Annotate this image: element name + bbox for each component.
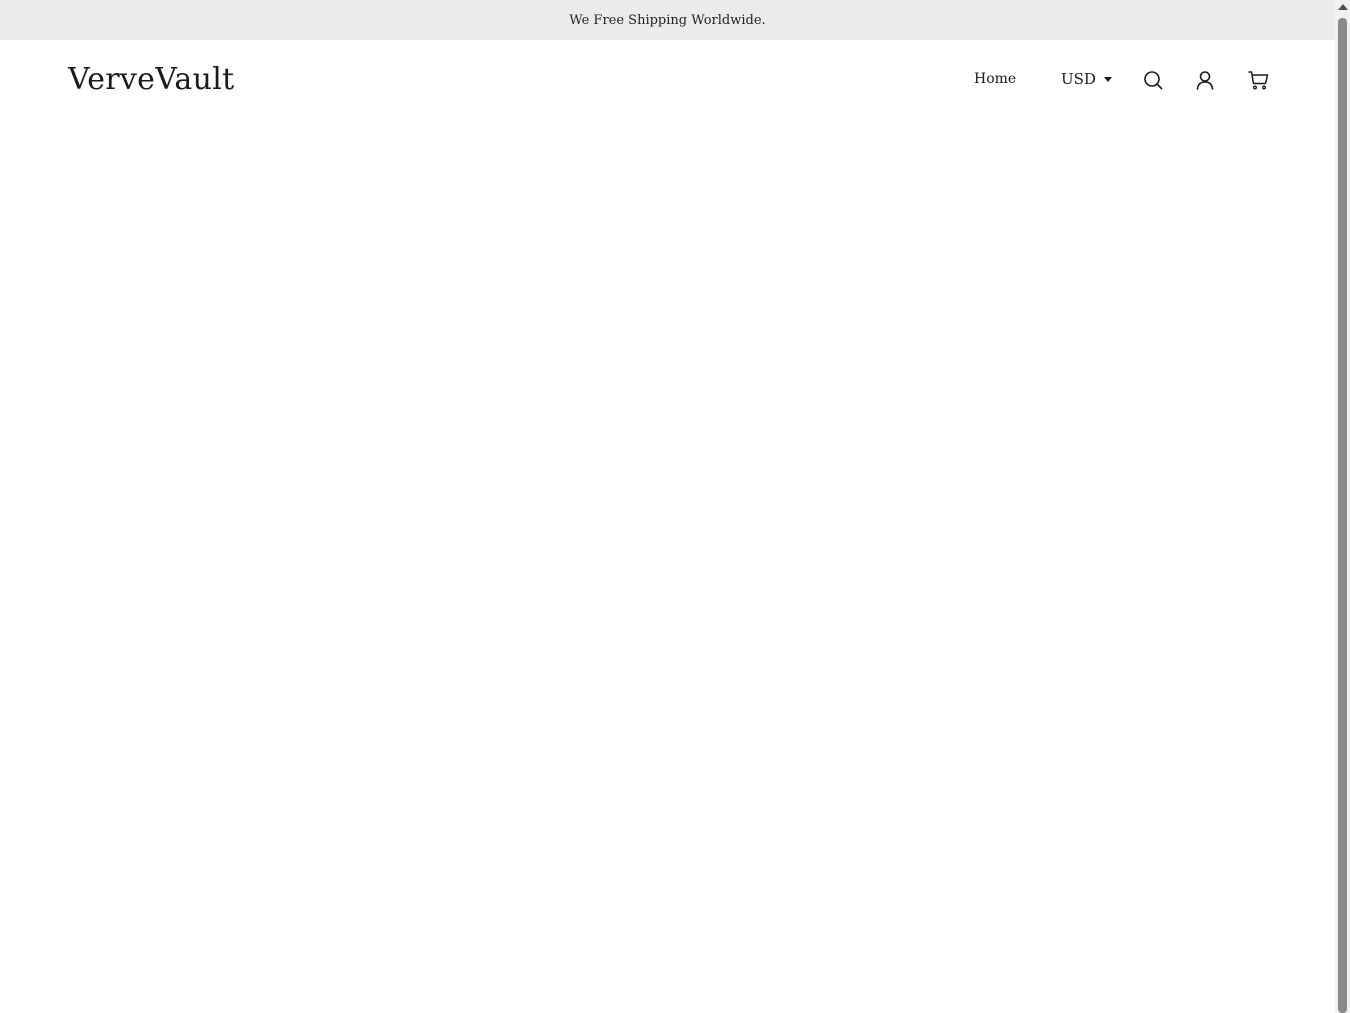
search-icon: [1144, 71, 1163, 90]
caret-down-icon: [1103, 76, 1112, 82]
site-header: VerveVault Home USD: [0, 40, 1335, 120]
scrollbar-thumb[interactable]: [1338, 18, 1347, 1013]
user-icon: [1196, 71, 1214, 90]
announcement-bar: We Free Shipping Worldwide.: [0, 0, 1335, 40]
nav-link-home[interactable]: Home: [974, 69, 1016, 89]
scroll-up-arrow-icon[interactable]: [1338, 4, 1348, 10]
page: We Free Shipping Worldwide. VerveVault H…: [0, 0, 1335, 1013]
cart-button[interactable]: [1247, 68, 1271, 92]
vertical-scrollbar[interactable]: [1335, 0, 1350, 1013]
currency-value: USD: [1061, 70, 1096, 88]
account-button[interactable]: [1193, 68, 1217, 92]
site-logo[interactable]: VerveVault: [68, 60, 234, 100]
cart-icon: [1248, 71, 1269, 90]
currency-selector[interactable]: USD: [1061, 68, 1112, 90]
search-button[interactable]: [1141, 68, 1165, 92]
announcement-text: We Free Shipping Worldwide.: [569, 12, 766, 28]
